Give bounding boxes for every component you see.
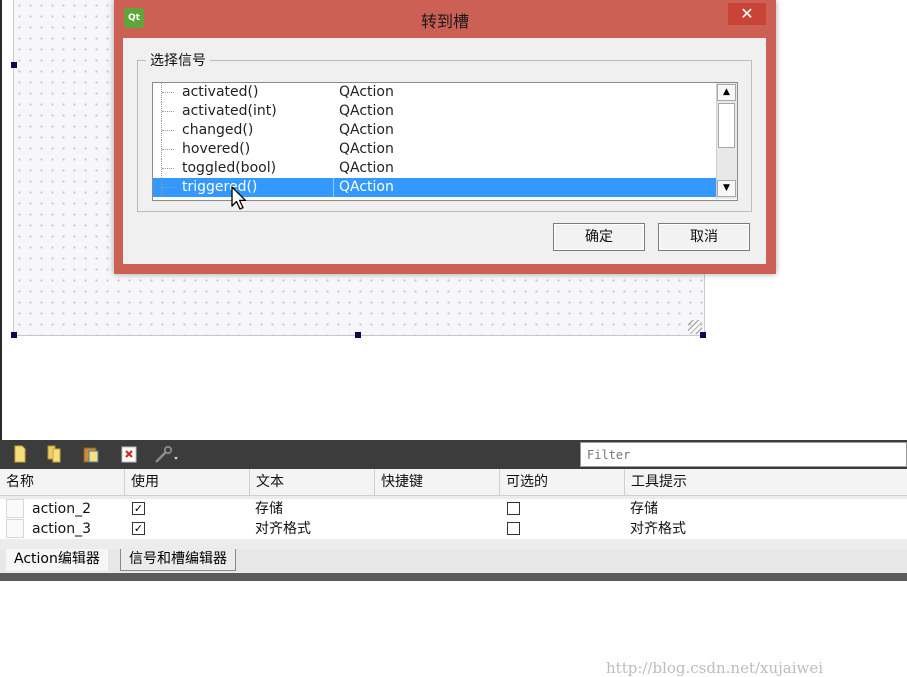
tree-branch-icon [161, 140, 180, 159]
signal-row[interactable]: hovered() QAction [153, 140, 717, 159]
selection-handle[interactable] [11, 332, 17, 338]
action-editor-panel: 名称 使用 文本 快捷键 可选的 工具提示 action_2 ✓ 存储 存储 a… [0, 440, 907, 677]
column-header-tooltip[interactable]: 工具提示 [625, 469, 907, 495]
scroll-up-icon[interactable]: ▲ [717, 84, 736, 101]
signal-name: activated() [182, 84, 259, 100]
filter-input[interactable] [585, 444, 899, 466]
action-text: 存储 [255, 501, 283, 517]
new-action-icon[interactable] [10, 444, 30, 464]
signal-name: toggled(bool) [182, 160, 277, 176]
signal-name: hovered() [182, 141, 251, 157]
dialog-body: 选择信号 activated() QAction activated(int) … [123, 38, 766, 264]
table-row[interactable]: action_3 ✓ 对齐格式 对齐格式 [0, 519, 907, 539]
bottom-strip [0, 573, 907, 581]
column-header-shortcut[interactable]: 快捷键 [375, 469, 500, 495]
column-header-checkable[interactable]: 可选的 [500, 469, 625, 495]
scroll-down-icon[interactable]: ▼ [717, 180, 736, 197]
copy-action-icon[interactable] [45, 444, 65, 464]
action-name: action_2 [32, 501, 92, 517]
dialog-titlebar[interactable]: Qt 转到槽 ✕ [114, 0, 776, 36]
selection-handle[interactable] [700, 332, 706, 338]
signal-class: QAction [339, 103, 394, 119]
action-tooltip: 存储 [630, 501, 658, 517]
tree-branch-icon [161, 121, 180, 140]
signal-name: activated(int) [182, 103, 277, 119]
signal-row[interactable]: activated() QAction [153, 83, 717, 102]
canvas-left-edge [0, 0, 2, 440]
table-row[interactable]: action_2 ✓ 存储 存储 [0, 499, 907, 519]
column-header-name[interactable]: 名称 [0, 469, 125, 495]
action-icon [6, 519, 24, 538]
signal-row[interactable]: toggled(bool) QAction [153, 159, 717, 178]
signal-class: QAction [339, 84, 394, 100]
tree-branch-icon [161, 83, 180, 102]
signal-class: QAction [339, 179, 394, 195]
paste-action-icon[interactable] [81, 444, 101, 464]
signal-list[interactable]: activated() QAction activated(int) QActi… [152, 82, 738, 201]
ok-button[interactable]: 确定 [553, 223, 645, 251]
selection-handle[interactable] [11, 62, 17, 68]
used-checkbox[interactable]: ✓ [132, 522, 145, 535]
delete-action-icon[interactable] [119, 444, 139, 464]
tab-signal-slot-editor[interactable]: 信号和槽编辑器 [120, 549, 236, 571]
signal-name: changed() [182, 122, 254, 138]
column-header-text[interactable]: 文本 [250, 469, 375, 495]
checkable-checkbox[interactable] [507, 522, 520, 535]
signal-class: QAction [339, 141, 394, 157]
tree-branch-icon [161, 178, 180, 197]
mouse-cursor-icon [231, 186, 247, 210]
action-icon [6, 499, 24, 518]
signal-class: QAction [339, 122, 394, 138]
editor-tabs: Action编辑器 信号和槽编辑器 http://blog.csdn.net/x… [0, 549, 907, 677]
column-separator [333, 178, 334, 197]
used-checkbox[interactable]: ✓ [132, 502, 145, 515]
action-name: action_3 [32, 521, 92, 537]
go-to-slot-dialog: Qt 转到槽 ✕ 选择信号 activated() QAction activa… [114, 0, 776, 274]
close-button[interactable]: ✕ [728, 3, 766, 25]
group-label: 选择信号 [146, 50, 210, 70]
configure-icon[interactable] [153, 444, 179, 464]
action-toolbar [0, 440, 907, 469]
tab-action-editor[interactable]: Action编辑器 [6, 549, 108, 571]
selection-handle[interactable] [355, 332, 361, 338]
action-table-header: 名称 使用 文本 快捷键 可选的 工具提示 [0, 469, 907, 496]
vertical-scrollbar[interactable]: ▲ ▼ [716, 83, 737, 199]
scroll-thumb[interactable] [718, 103, 735, 148]
action-tooltip: 对齐格式 [630, 521, 686, 537]
cancel-button[interactable]: 取消 [658, 223, 750, 251]
action-text: 对齐格式 [255, 521, 311, 537]
signal-class: QAction [339, 160, 394, 176]
tree-branch-icon [161, 102, 180, 121]
tree-branch-icon [161, 159, 180, 178]
checkable-checkbox[interactable] [507, 502, 520, 515]
column-header-used[interactable]: 使用 [125, 469, 250, 495]
signal-row[interactable]: activated(int) QAction [153, 102, 717, 121]
signal-row[interactable]: changed() QAction [153, 121, 717, 140]
watermark: http://blog.csdn.net/xujaiwei [606, 659, 824, 677]
dialog-title: 转到槽 [420, 12, 469, 31]
filter-field[interactable] [580, 442, 907, 467]
